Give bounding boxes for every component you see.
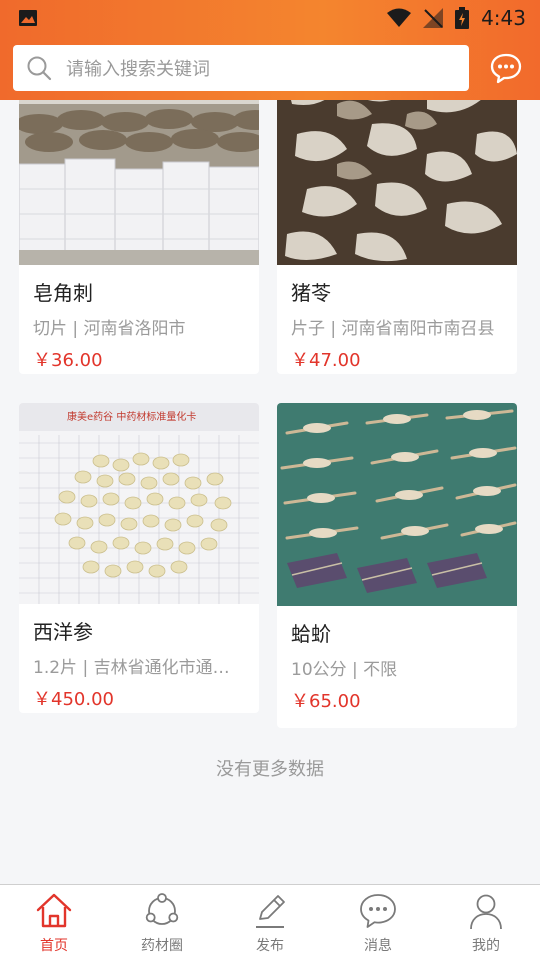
search-icon (27, 56, 52, 81)
product-name: 西洋参 (33, 620, 93, 644)
tab-label: 发布 (256, 938, 284, 954)
share-circle-icon (145, 893, 179, 925)
product-name: 蛤蚧 (291, 622, 331, 646)
product-list: 皂角刺 切片 | 河南省洛阳市 ￥36.00 猪苓 片子 | 河南省南阳市南召县… (0, 100, 540, 884)
product-spec: 1.2片 | 吉林省通化市通… (33, 658, 230, 678)
search-input[interactable]: 请输入搜索关键词 (66, 55, 210, 81)
product-card[interactable]: 猪苓 片子 | 河南省南阳市南召县 ￥47.00 (277, 100, 517, 374)
status-time: 4:43 (481, 6, 526, 30)
product-image (277, 100, 517, 265)
product-card[interactable]: 皂角刺 切片 | 河南省洛阳市 ￥36.00 (19, 100, 259, 374)
product-price: ￥47.00 (291, 350, 361, 371)
tab-mine[interactable]: 我的 (432, 885, 540, 961)
bottom-tab-bar: 首页 药材圈 发布 消息 我的 (0, 884, 540, 961)
quantization-card-title: 康美e药谷 中药材标准量化卡 (67, 410, 196, 423)
product-image (277, 403, 517, 606)
no-signal-icon (423, 8, 444, 28)
product-name: 猪苓 (291, 281, 331, 305)
wifi-icon (387, 8, 412, 27)
tab-messages[interactable]: 消息 (324, 885, 432, 961)
product-price: ￥65.00 (291, 691, 361, 712)
product-spec: 片子 | 河南省南阳市南召县 (291, 319, 495, 339)
status-icons: 4:43 (387, 6, 526, 30)
pencil-icon (256, 895, 285, 928)
tab-label: 我的 (472, 938, 500, 954)
product-image (19, 100, 259, 265)
no-more-data-text: 没有更多数据 (216, 759, 324, 780)
product-name: 皂角刺 (33, 281, 93, 305)
chat-icon (360, 894, 396, 928)
tab-home[interactable]: 首页 (0, 885, 108, 961)
product-price: ￥450.00 (33, 689, 114, 710)
product-spec: 10公分 | 不限 (291, 660, 398, 680)
battery-icon (455, 7, 470, 29)
status-bar: 4:43 (0, 0, 540, 36)
chat-bubble-icon (490, 53, 522, 84)
product-card[interactable]: 康美e药谷 中药材标准量化卡 西洋参 1.2片 | 吉林省通化市通… ￥450.… (19, 403, 259, 713)
product-price: ￥36.00 (33, 350, 103, 371)
tab-label: 消息 (364, 938, 392, 954)
user-icon (470, 894, 502, 930)
product-card[interactable]: 蛤蚧 10公分 | 不限 ￥65.00 (277, 403, 517, 728)
image-notification-icon (19, 10, 37, 26)
tab-label: 药材圈 (141, 938, 183, 954)
header-message-button[interactable] (485, 47, 527, 89)
product-spec: 切片 | 河南省洛阳市 (33, 319, 186, 339)
app-header: 4:43 请输入搜索关键词 (0, 0, 540, 100)
search-box[interactable]: 请输入搜索关键词 (13, 45, 469, 91)
tab-publish[interactable]: 发布 (216, 885, 324, 961)
product-image: 康美e药谷 中药材标准量化卡 (19, 403, 259, 604)
home-icon (36, 893, 72, 928)
tab-label: 首页 (40, 938, 68, 954)
tab-herb-circle[interactable]: 药材圈 (108, 885, 216, 961)
